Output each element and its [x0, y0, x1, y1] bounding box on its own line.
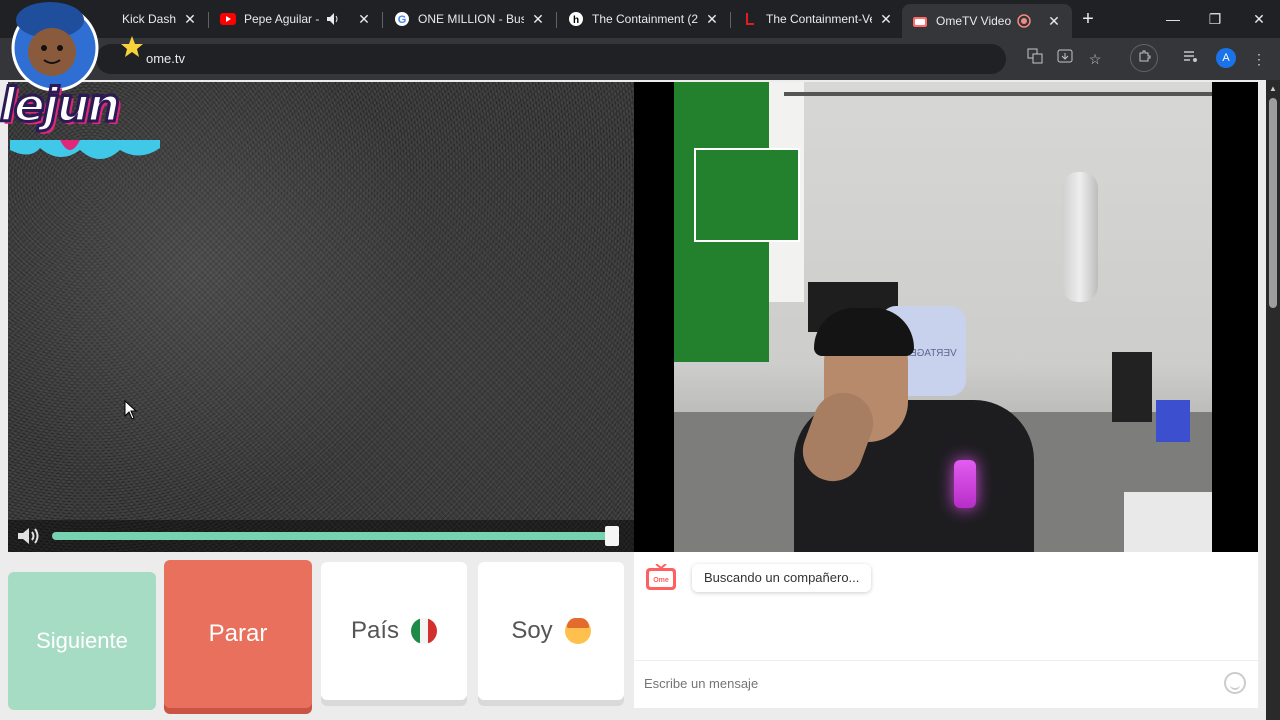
- close-icon[interactable]: ✕: [1046, 13, 1062, 29]
- page-scrollbar[interactable]: ▲: [1266, 80, 1280, 720]
- mouse-cursor-icon: [124, 400, 138, 420]
- tab-title: OmeTV Video Ch: [936, 14, 1012, 28]
- chat-status-message: Buscando un compañero...: [692, 564, 872, 592]
- close-icon[interactable]: ✕: [878, 11, 894, 27]
- volume-slider[interactable]: [52, 532, 614, 540]
- mexico-flag-icon: [411, 618, 438, 644]
- install-app-icon[interactable]: [1054, 48, 1076, 70]
- stop-button[interactable]: Parar: [164, 560, 312, 708]
- chat-panel: Ome Buscando un compañero...: [634, 552, 1258, 708]
- address-bar[interactable]: ome.tv: [96, 44, 1006, 74]
- gender-button[interactable]: Soy: [478, 562, 624, 700]
- speaker-icon[interactable]: [326, 11, 342, 27]
- browser-toolbar: ome.tv ☆ ⋮: [0, 38, 1280, 80]
- emoji-icon[interactable]: [1224, 672, 1246, 694]
- stool: [1112, 352, 1152, 422]
- tab-ometv[interactable]: OmeTV Video Ch ✕: [902, 4, 1072, 38]
- scroll-up-arrow-icon[interactable]: ▲: [1269, 84, 1277, 93]
- wiki-icon: h: [568, 11, 584, 27]
- overlay-logo-text: lejun: [0, 77, 122, 134]
- close-icon[interactable]: ✕: [704, 11, 720, 27]
- country-button-label: País: [350, 617, 400, 644]
- speaker-icon[interactable]: [16, 527, 44, 545]
- streamer-overlay-logo: lejun: [0, 0, 180, 180]
- bed: [1124, 492, 1212, 552]
- picture-in-picture-frame: [694, 148, 800, 242]
- tab-separator: [730, 12, 731, 28]
- ometv-icon: [912, 13, 928, 29]
- close-icon[interactable]: ✕: [182, 11, 198, 27]
- window-close-icon[interactable]: ✕: [1248, 8, 1270, 30]
- youtube-icon: [220, 11, 236, 27]
- minimize-icon[interactable]: —: [1162, 8, 1184, 30]
- browser-menu-icon[interactable]: ⋮: [1248, 48, 1270, 70]
- new-tab-button[interactable]: +: [1078, 9, 1098, 29]
- blue-bucket: [1156, 400, 1190, 442]
- self-video: VERTAGEAR: [634, 82, 1258, 552]
- svg-text:Ome: Ome: [653, 577, 669, 584]
- tab-title: The Containment-Ve: [766, 12, 872, 26]
- media-control-icon[interactable]: [1180, 48, 1202, 70]
- scrollbar-thumb[interactable]: [1269, 98, 1277, 308]
- svg-text:h: h: [573, 15, 579, 26]
- ometv-page: VERTAGEAR Siguiente Parar País Soy Ome B…: [0, 80, 1266, 720]
- letterboxd-icon: [742, 11, 758, 27]
- tab-separator: [382, 12, 383, 28]
- gender-button-label: Soy: [511, 617, 553, 644]
- volume-slider-handle[interactable]: [605, 526, 619, 546]
- ceiling-pipe: [784, 92, 1212, 96]
- svg-text:G: G: [398, 14, 407, 26]
- translate-icon[interactable]: [1024, 48, 1046, 70]
- volume-control: [8, 520, 634, 552]
- maximize-icon[interactable]: ❐: [1204, 8, 1226, 30]
- tab-strip: Kick Dashbo ✕ Pepe Aguilar - Po ✕ G ONE …: [0, 0, 1280, 38]
- tab-title: Pepe Aguilar - Po: [244, 12, 322, 26]
- tab-the-containment-ve[interactable]: The Containment-Ve ✕: [732, 4, 904, 34]
- tab-the-containment[interactable]: h The Containment (20 ✕: [558, 4, 730, 34]
- next-button[interactable]: Siguiente: [8, 572, 156, 710]
- bookmark-star-icon[interactable]: ☆: [1084, 48, 1106, 70]
- tab-one-million[interactable]: G ONE MILLION - Busc ✕: [384, 4, 556, 34]
- boy-icon: [564, 618, 591, 644]
- stop-button-label: Parar: [208, 620, 268, 647]
- tab-title: The Containment (20: [592, 12, 698, 26]
- next-button-label: Siguiente: [36, 628, 128, 653]
- tab-title: ONE MILLION - Busc: [418, 12, 524, 26]
- punching-bag: [1062, 172, 1098, 302]
- profile-avatar[interactable]: A: [1216, 48, 1236, 68]
- ometv-logo-icon: Ome: [646, 564, 676, 590]
- recording-icon: [1016, 13, 1032, 29]
- tab-pepe-aguilar[interactable]: Pepe Aguilar - Po ✕: [210, 4, 382, 34]
- message-input[interactable]: [634, 660, 1258, 706]
- extensions-icon[interactable]: [1130, 44, 1158, 72]
- google-icon: G: [394, 11, 410, 27]
- close-icon[interactable]: ✕: [356, 11, 372, 27]
- country-button[interactable]: País: [321, 562, 467, 700]
- tab-separator: [556, 12, 557, 28]
- microphone-light: [954, 460, 976, 508]
- tab-separator: [208, 12, 209, 28]
- close-icon[interactable]: ✕: [530, 11, 546, 27]
